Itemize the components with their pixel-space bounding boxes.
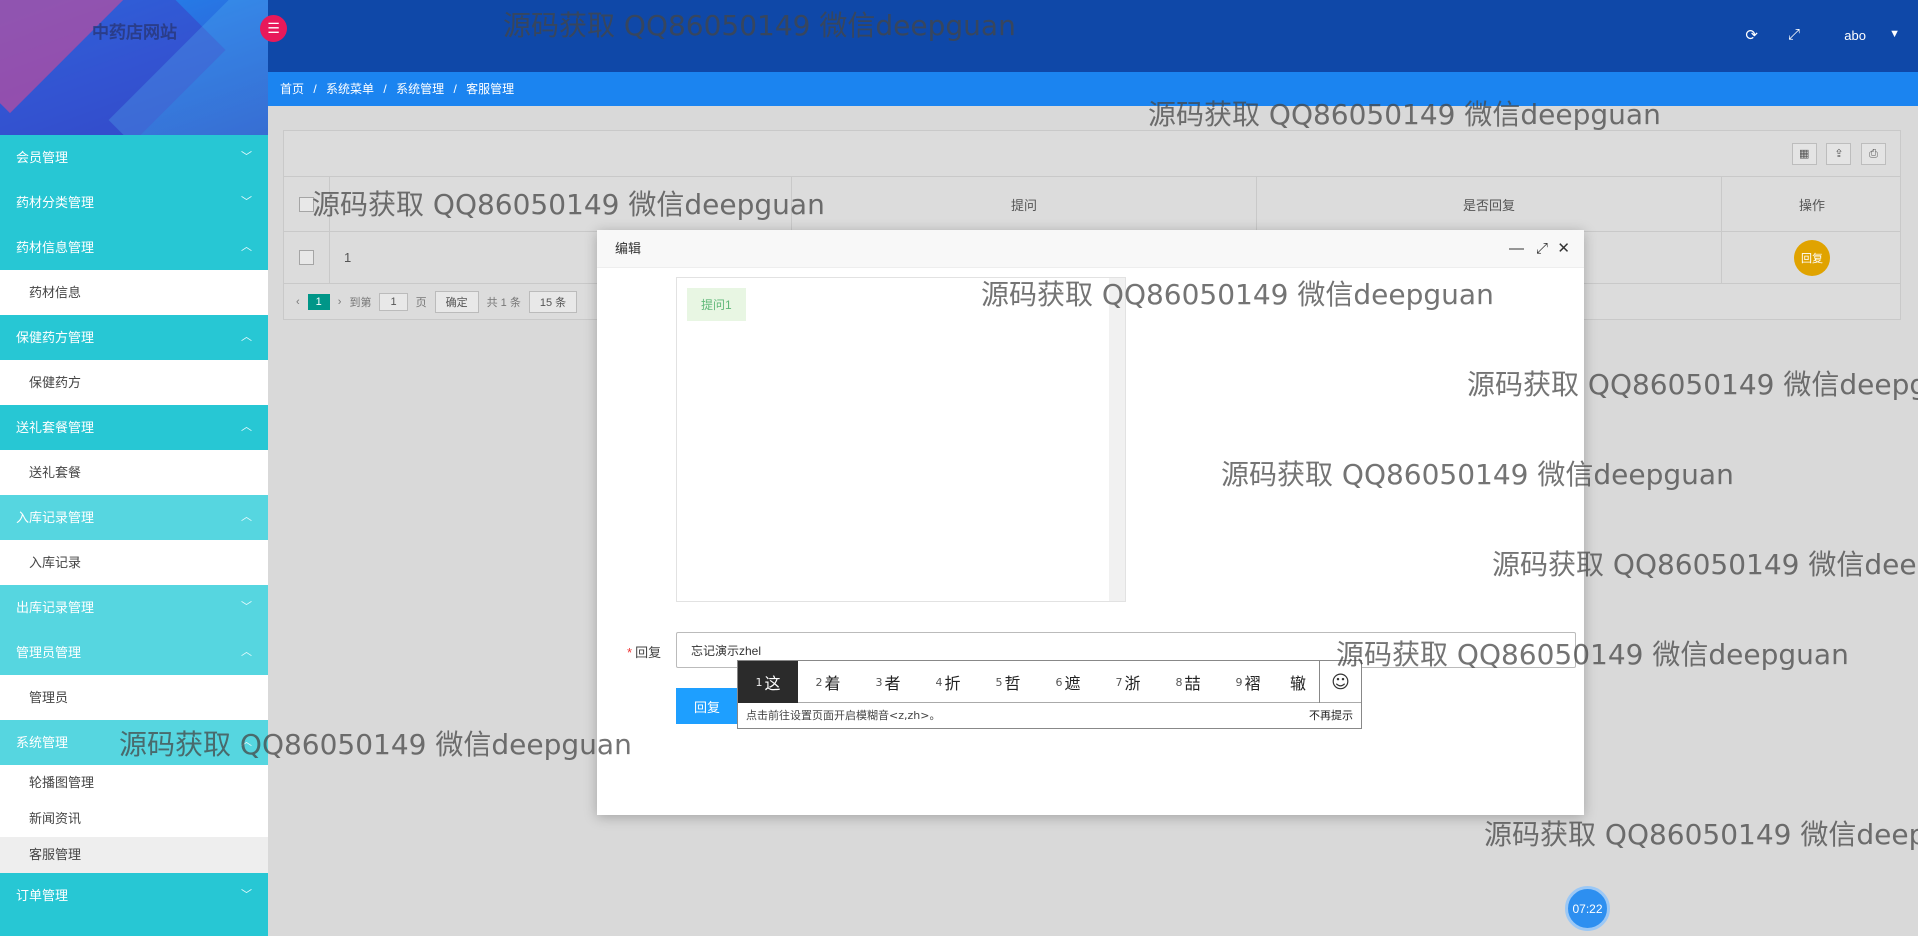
chevron-up-icon: ︿ — [241, 736, 252, 748]
chevron-down-icon: ﹀ — [241, 889, 252, 901]
chevron-down-icon: ﹀ — [241, 196, 252, 208]
chevron-up-icon: ︿ — [241, 646, 252, 658]
total-count: 共 1 条 — [486, 297, 521, 309]
ime-dismiss-link[interactable]: 不再提示 — [1309, 707, 1353, 723]
header-actions: 操作 — [1798, 197, 1825, 213]
logo-area: 中药店网站 — [0, 0, 268, 135]
print-icon[interactable]: ⎙ — [1861, 143, 1886, 165]
chevron-down-icon: ﹀ — [241, 151, 252, 163]
site-logo-text: 中药店网站 — [92, 23, 177, 42]
ime-candidate[interactable]: 5哲 — [978, 661, 1038, 703]
sidebar-subitem-herb-info[interactable]: 药材信息 — [0, 270, 268, 315]
menu-toggle-icon[interactable]: ☰ — [260, 15, 287, 42]
breadcrumb-system[interactable]: 系统管理 — [396, 82, 444, 96]
next-page-icon[interactable]: › — [338, 296, 342, 308]
ime-candidate[interactable]: 4折 — [918, 661, 978, 703]
emoji-icon[interactable]: ☺ — [1319, 661, 1361, 703]
reply-label: * 回复 — [627, 645, 662, 660]
breadcrumb-home[interactable]: 首页 — [280, 82, 304, 96]
sidebar-item-herb-info[interactable]: 药材信息管理 ︿ — [0, 225, 268, 270]
modal-title-bar: 编辑 — ⤢ ✕ — [597, 230, 1584, 268]
sidebar-item-stock-out[interactable]: 出库记录管理 ﹀ — [0, 585, 268, 630]
minimize-icon[interactable]: — — [1509, 230, 1524, 268]
ime-candidate-popup: 1这 2着 3者 4折 5哲 6遮 7浙 8喆 9褶 辙 ☺ 点击前往设置页面开… — [737, 660, 1362, 729]
sidebar-item-orders[interactable]: 订单管理 ﹀ — [0, 873, 268, 918]
sidebar-subitem-gift-set[interactable]: 送礼套餐 — [0, 450, 268, 495]
fullscreen-icon[interactable]: ⤢ — [1788, 26, 1800, 43]
header-replied: 是否回复 — [1257, 177, 1722, 231]
sidebar-item-categories[interactable]: 药材分类管理 ﹀ — [0, 180, 268, 225]
sidebar-subitem-news[interactable]: 新闻资讯 — [0, 801, 268, 837]
breadcrumb-current: 客服管理 — [466, 82, 515, 96]
ime-candidate[interactable]: 1这 — [738, 661, 798, 703]
page-number-current[interactable]: 1 — [307, 294, 330, 310]
sidebar: 中药店网站 会员管理 ﹀ 药材分类管理 ﹀ 药材信息管理 ︿ 药材信息 保健药方管理 ︿… — [0, 0, 268, 936]
ime-candidate[interactable]: 8喆 — [1158, 661, 1218, 703]
goto-page-input[interactable]: 1 — [379, 293, 408, 311]
maximize-icon[interactable]: ⤢ — [1536, 230, 1548, 268]
chevron-up-icon: ︿ — [241, 241, 252, 253]
refresh-icon[interactable]: ⟳ — [1745, 26, 1758, 44]
sidebar-subitem-carousel[interactable]: 轮播图管理 — [0, 765, 268, 801]
user-menu[interactable]: abo — [1844, 28, 1866, 43]
sidebar-menu: 会员管理 ﹀ 药材分类管理 ﹀ 药材信息管理 ︿ 药材信息 保健药方管理 ︿ 保健药方 … — [0, 135, 268, 918]
sidebar-subitem-stock-in[interactable]: 入库记录 — [0, 540, 268, 585]
top-header: ☰ ⟳ ⤢ abo ▼ — [260, 0, 1918, 72]
export-icon[interactable]: ⇪ — [1826, 143, 1852, 165]
sidebar-item-gift-set[interactable]: 送礼套餐管理 ︿ — [0, 405, 268, 450]
sidebar-subitem-customer-service[interactable]: 客服管理 — [0, 837, 268, 873]
clock-widget: 07:22 — [1565, 886, 1610, 931]
ime-candidate[interactable]: 3者 — [858, 661, 918, 703]
header-question: 提问 — [792, 177, 1257, 231]
caret-down-icon[interactable]: ▼ — [1889, 28, 1900, 40]
watermark: 源码获取 QQ86050149 微信deepguan — [1484, 818, 1918, 851]
sidebar-item-members[interactable]: 会员管理 ﹀ — [0, 135, 268, 180]
prev-page-icon[interactable]: ‹ — [296, 296, 300, 308]
row-checkbox[interactable] — [299, 250, 314, 265]
close-icon[interactable]: ✕ — [1557, 230, 1570, 268]
pagination: ‹ 1 › 到第 1 页 确定 共 1 条 15 条 — [296, 291, 578, 313]
columns-icon[interactable]: ▦ — [1791, 143, 1817, 165]
chevron-up-icon: ︿ — [241, 421, 252, 433]
chevron-up-icon: ︿ — [241, 511, 252, 523]
reply-submit-button[interactable]: 回复 — [676, 688, 738, 724]
sidebar-subitem-health-recipe[interactable]: 保健药方 — [0, 360, 268, 405]
breadcrumb-system-menu[interactable]: 系统菜单 — [326, 82, 374, 96]
sidebar-item-stock-in[interactable]: 入库记录管理 ︿ — [0, 495, 268, 540]
ime-candidate[interactable]: 9褶 — [1218, 661, 1278, 703]
modal-title: 编辑 — [615, 241, 642, 256]
sidebar-item-system[interactable]: 系统管理 ︿ — [0, 720, 268, 765]
table-header: 提问 是否回复 操作 — [284, 176, 1900, 232]
row-reply-button[interactable]: 回复 — [1794, 239, 1830, 276]
ime-candidate[interactable]: 2着 — [798, 661, 858, 703]
ime-candidate[interactable]: 7浙 — [1098, 661, 1158, 703]
sidebar-subitem-admin[interactable]: 管理员 — [0, 675, 268, 720]
chat-scrollbar[interactable] — [1109, 278, 1125, 601]
chevron-down-icon: ﹀ — [241, 601, 252, 613]
table-toolbar: ▦ ⇪ ⎙ — [1786, 143, 1886, 165]
ime-candidate[interactable]: 辙 — [1278, 661, 1318, 703]
ime-candidate[interactable]: 6遮 — [1038, 661, 1098, 703]
question-bubble: 提问1 — [687, 288, 746, 321]
breadcrumb: 首页 / 系统菜单 / 系统管理 / 客服管理 — [268, 72, 1918, 106]
sidebar-item-admins[interactable]: 管理员管理 ︿ — [0, 630, 268, 675]
chat-history[interactable]: 提问1 — [676, 277, 1126, 602]
chevron-up-icon: ︿ — [241, 331, 252, 343]
select-all-checkbox[interactable] — [299, 196, 314, 212]
ime-tip[interactable]: 点击前往设置页面开启模糊音<z,zh>。 — [746, 707, 940, 723]
page-size-select[interactable]: 15 条 — [528, 291, 578, 313]
goto-confirm-button[interactable]: 确定 — [434, 291, 479, 313]
ime-candidates: 1这 2着 3者 4折 5哲 6遮 7浙 8喆 9褶 辙 ☺ — [738, 661, 1361, 703]
sidebar-item-health-recipe[interactable]: 保健药方管理 ︿ — [0, 315, 268, 360]
